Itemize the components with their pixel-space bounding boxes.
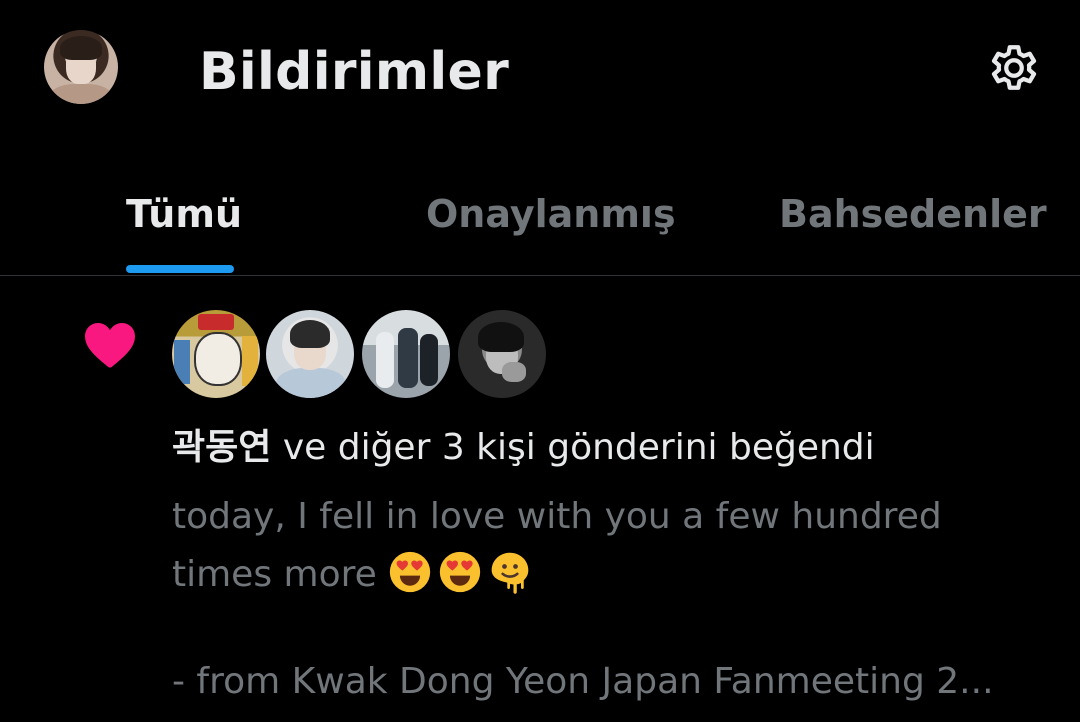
avatar-art <box>242 336 258 386</box>
notification-text: 곽동연 ve diğer 3 kişi gönderini beğendi <box>172 424 875 472</box>
heart-eyes-emoji <box>440 551 481 593</box>
liker-avatar[interactable] <box>172 310 260 398</box>
tab-mentions[interactable]: Bahsedenler <box>779 190 1047 238</box>
avatar-art <box>174 340 190 384</box>
avatar-hair <box>60 36 102 60</box>
notification-item[interactable]: 곽동연 ve diğer 3 kişi gönderini beğendi to… <box>0 276 1080 722</box>
action-text: ve diğer 3 kişi gönderini beğendi <box>271 427 875 468</box>
post-preview: today, I fell in love with you a few hun… <box>172 488 1032 604</box>
page-title: Bildirimler <box>199 42 510 102</box>
melting-face-emoji <box>491 552 529 594</box>
preview-line: times more <box>172 546 1032 604</box>
liker-avatar[interactable] <box>458 310 546 398</box>
avatar-shirt <box>50 84 112 104</box>
notifications-screen: Bildirimler Tümü Onaylanmış Bahsedenler <box>0 0 1080 722</box>
avatar-art <box>502 362 526 382</box>
avatar-art <box>290 320 330 348</box>
avatar-art <box>198 314 234 330</box>
avatar-art <box>376 332 394 388</box>
liker-avatar[interactable] <box>266 310 354 398</box>
tab-verified[interactable]: Onaylanmış <box>426 190 676 238</box>
tab-bar: Tümü Onaylanmış Bahsedenler <box>0 168 1080 276</box>
tab-all[interactable]: Tümü <box>126 190 242 238</box>
preview-text: times more <box>172 554 389 595</box>
heart-eyes-emoji <box>390 551 431 593</box>
avatar-art <box>398 328 418 388</box>
avatar-art <box>194 332 242 386</box>
liker-avatar[interactable] <box>362 310 450 398</box>
preview-line: today, I fell in love with you a few hun… <box>172 496 942 537</box>
preview-line: - from Kwak Dong Yeon Japan Fanmeeting 2… <box>172 661 994 702</box>
header: Bildirimler <box>0 0 1080 140</box>
avatar-art <box>276 368 346 398</box>
heart-icon <box>85 323 135 368</box>
profile-avatar[interactable] <box>44 30 118 104</box>
gear-icon[interactable] <box>984 38 1044 98</box>
avatar-art <box>420 334 438 386</box>
active-tab-indicator <box>126 265 234 273</box>
avatar-art <box>478 322 524 352</box>
actor-name[interactable]: 곽동연 <box>172 427 271 468</box>
